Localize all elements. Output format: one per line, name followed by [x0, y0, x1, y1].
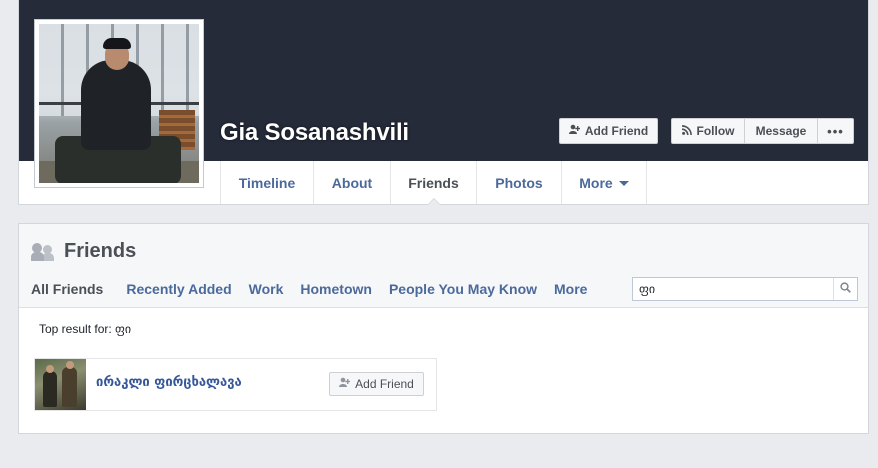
friends-subnav: All Friends Recently Added Work Hometown…: [31, 281, 604, 297]
subnav-work[interactable]: Work: [249, 281, 284, 297]
tab-label: Photos: [495, 174, 543, 191]
friend-name-link[interactable]: ირაკლი ფირცხალავა: [96, 375, 242, 390]
rss-icon: [681, 124, 692, 138]
profile-picture[interactable]: [34, 19, 204, 188]
subnav-recently-added[interactable]: Recently Added: [126, 281, 231, 297]
profile-name[interactable]: Gia Sosanashvili: [220, 119, 409, 147]
friends-icon: [31, 242, 55, 262]
message-label: Message: [755, 124, 807, 138]
tab-label: More: [579, 174, 613, 191]
more-options-button[interactable]: •••: [818, 119, 853, 143]
tab-label: About: [331, 174, 373, 191]
friend-result-card: ირაკლი ფირცხალავა Add Friend: [34, 358, 437, 411]
friend-add-label: Add Friend: [355, 377, 414, 391]
message-button[interactable]: Message: [745, 119, 818, 143]
tab-more[interactable]: More: [562, 161, 647, 204]
chevron-down-icon: [618, 181, 629, 186]
tab-photos[interactable]: Photos: [477, 161, 562, 204]
ellipsis-icon: •••: [827, 123, 844, 139]
subnav-all-friends[interactable]: All Friends: [31, 281, 103, 297]
tab-timeline[interactable]: Timeline: [221, 161, 314, 204]
add-friend-button[interactable]: Add Friend: [559, 118, 658, 144]
add-friend-icon: [339, 377, 351, 391]
profile-header: Gia Sosanashvili Add Friend Follow Messa…: [18, 0, 869, 205]
friends-title: Friends: [31, 240, 136, 263]
profile-actions: Follow Message •••: [671, 118, 854, 144]
friends-section: Friends All Friends Recently Added Work …: [18, 223, 869, 434]
tab-label: Timeline: [238, 174, 296, 191]
top-result-label: Top result for: ფი: [39, 322, 132, 336]
subnav-more[interactable]: More: [554, 281, 587, 297]
subnav-people-you-may-know[interactable]: People You May Know: [389, 281, 537, 297]
subnav-hometown[interactable]: Hometown: [300, 281, 372, 297]
friends-search: [632, 277, 858, 301]
profile-photo-image: [39, 24, 199, 183]
friends-header: Friends All Friends Recently Added Work …: [19, 224, 868, 308]
tab-label: Friends: [408, 174, 459, 191]
add-friend-label: Add Friend: [584, 124, 649, 138]
friend-add-button[interactable]: Add Friend: [329, 372, 424, 396]
friend-avatar[interactable]: [35, 359, 86, 410]
profile-tabs: Timeline About Friends Photos More: [220, 161, 647, 205]
search-button[interactable]: [833, 278, 857, 300]
friends-search-input[interactable]: [633, 278, 833, 300]
add-friend-icon: [568, 124, 581, 138]
search-icon: [840, 280, 851, 298]
follow-label: Follow: [696, 124, 735, 138]
tab-about[interactable]: About: [314, 161, 391, 204]
tab-friends[interactable]: Friends: [391, 161, 477, 205]
follow-button[interactable]: Follow: [672, 119, 745, 143]
friends-title-text[interactable]: Friends: [64, 240, 136, 263]
